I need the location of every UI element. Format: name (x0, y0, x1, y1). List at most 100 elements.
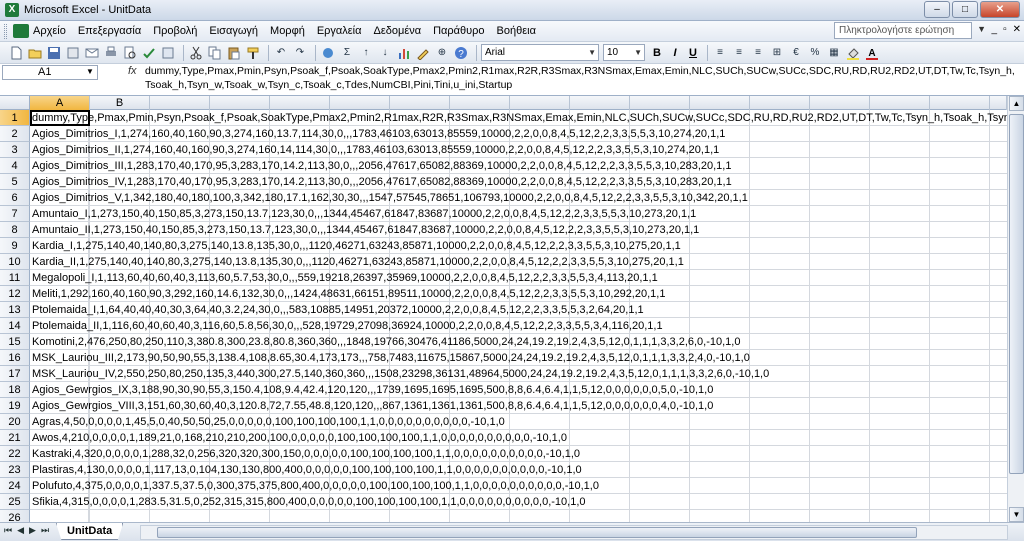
row-cells[interactable]: Megalopoli_I,1,113,60,40,60,40,3,113,60,… (30, 270, 1007, 286)
row-header[interactable]: 22 (0, 446, 30, 462)
help-icon[interactable]: ? (453, 45, 469, 61)
cell-a-value[interactable]: Amuntaio_II,1,273,150,40,150,85,3,273,15… (32, 222, 699, 238)
row-cells[interactable]: Agios_Dimitrios_I,1,274,160,40,160,90,3,… (30, 126, 1007, 142)
cell-a-value[interactable]: Agios_Dimitrios_IV,1,283,170,40,170,95,3… (32, 174, 732, 190)
row-cells[interactable]: Kardia_II,1,275,140,40,140,80,3,275,140,… (30, 254, 1007, 270)
row-cells[interactable] (30, 510, 1007, 522)
row-header[interactable]: 13 (0, 302, 30, 318)
cell-a-value[interactable]: Agios_Dimitrios_III,1,283,170,40,170,95,… (32, 158, 731, 174)
zoom-icon[interactable]: ⊕ (434, 45, 450, 61)
last-sheet-icon[interactable]: ⏭ (41, 525, 49, 536)
cell-a-value[interactable]: Kardia_II,1,275,140,40,140,80,3,275,140,… (32, 254, 684, 270)
row-cells[interactable]: Agios_Dimitrios_IV,1,283,170,40,170,95,3… (30, 174, 1007, 190)
vertical-scroll-thumb[interactable] (1009, 114, 1024, 474)
merge-center-icon[interactable]: ⊞ (769, 45, 785, 61)
sort-descending-icon[interactable]: ↓ (377, 45, 393, 61)
row-header[interactable]: 19 (0, 398, 30, 414)
workbook-restore-icon[interactable]: ▫ (1003, 24, 1007, 35)
redo-icon[interactable]: ↷ (292, 45, 308, 61)
next-sheet-icon[interactable]: ▶ (29, 525, 36, 536)
row-cells[interactable]: Ptolemaida_I,1,64,40,40,40,30,3,64,40,3.… (30, 302, 1007, 318)
cell-a-value[interactable]: Kardia_I,1,275,140,40,140,80,3,275,140,1… (32, 238, 681, 254)
cell-a-value[interactable]: Amuntaio_I,1,273,150,40,150,85,3,273,150… (32, 206, 696, 222)
horizontal-scrollbar[interactable] (140, 525, 1008, 540)
row-cells[interactable]: Ptolemaida_II,1,116,60,40,60,40,3,116,60… (30, 318, 1007, 334)
permission-icon[interactable] (65, 45, 81, 61)
row-cells[interactable]: Amuntaio_II,1,273,150,40,150,85,3,273,15… (30, 222, 1007, 238)
chevron-down-icon[interactable]: ▼ (86, 67, 94, 76)
chevron-down-icon[interactable]: ▼ (634, 45, 642, 60)
cell-a-value[interactable]: dummy,Type,Pmax,Pmin,Psyn,Psoak_f,Psoak,… (32, 110, 1007, 126)
row-header[interactable]: 9 (0, 238, 30, 254)
row-header[interactable]: 25 (0, 494, 30, 510)
chevron-down-icon[interactable]: ▼ (977, 24, 986, 34)
menu-data[interactable]: Δεδομένα (374, 25, 422, 37)
cell-a-value[interactable]: Megalopoli_I,1,113,60,40,60,40,3,113,60,… (32, 270, 658, 286)
column-header-a[interactable]: A (30, 96, 90, 110)
column-header-j[interactable] (570, 96, 630, 110)
row-cells[interactable]: Polufuto,4,375,0,0,0,0,1,337.5,37.5,0,30… (30, 478, 1007, 494)
cell-a-value[interactable]: Agios_Gewrgios_VIII,3,151,60,30,60,40,3,… (32, 398, 713, 414)
column-header-c[interactable] (150, 96, 210, 110)
borders-icon[interactable]: ▦ (826, 45, 842, 61)
row-header[interactable]: 3 (0, 142, 30, 158)
row-cells[interactable]: Amuntaio_I,1,273,150,40,150,85,3,273,150… (30, 206, 1007, 222)
workbook-minimize-icon[interactable]: _ (992, 24, 998, 35)
row-cells[interactable]: Kastraki,4,320,0,0,0,0,1,288,32,0,256,32… (30, 446, 1007, 462)
row-header[interactable]: 23 (0, 462, 30, 478)
workbook-icon[interactable] (13, 24, 29, 38)
font-color-icon[interactable]: A (864, 45, 880, 61)
research-icon[interactable] (160, 45, 176, 61)
help-question-input[interactable]: Πληκτρολογήστε ερώτηση (834, 22, 972, 39)
row-cells[interactable]: dummy,Type,Pmax,Pmin,Psyn,Psoak_f,Psoak,… (30, 110, 1007, 126)
row-cells[interactable]: Agios_Gewrgios_IX,3,188,90,30,90,55,3,15… (30, 382, 1007, 398)
previous-sheet-icon[interactable]: ◀ (17, 525, 24, 536)
row-cells[interactable]: Sfikia,4,315,0,0,0,0,1,283.5,31.5,0,252,… (30, 494, 1007, 510)
fill-color-icon[interactable] (845, 45, 861, 61)
name-box[interactable]: A1 (2, 65, 98, 80)
bold-button[interactable]: B (649, 47, 665, 59)
row-cells[interactable]: Agras,4,50,0,0,0,0,1,45,5,0,40,50,50,25,… (30, 414, 1007, 430)
menu-view[interactable]: Προβολή (153, 25, 197, 37)
row-header[interactable]: 17 (0, 366, 30, 382)
select-all-button[interactable] (0, 96, 30, 110)
underline-button[interactable]: U (685, 47, 701, 59)
new-document-icon[interactable] (8, 45, 24, 61)
menu-insert[interactable]: Εισαγωγή (209, 25, 258, 37)
scroll-down-icon[interactable]: ▼ (1009, 507, 1024, 522)
font-name-combo[interactable]: Arial ▼ (481, 44, 599, 61)
row-cells[interactable]: Agios_Gewrgios_VIII,3,151,60,30,60,40,3,… (30, 398, 1007, 414)
column-header-m[interactable] (750, 96, 810, 110)
column-header-g[interactable] (390, 96, 450, 110)
cut-icon[interactable] (188, 45, 204, 61)
spelling-icon[interactable] (141, 45, 157, 61)
save-icon[interactable] (46, 45, 62, 61)
row-header[interactable]: 2 (0, 126, 30, 142)
column-header-k[interactable] (630, 96, 690, 110)
menu-tools[interactable]: Εργαλεία (317, 25, 362, 37)
cell-a-value[interactable]: Agios_Dimitrios_I,1,274,160,40,160,90,3,… (32, 126, 725, 142)
email-icon[interactable] (84, 45, 100, 61)
cell-a-value[interactable]: Polufuto,4,375,0,0,0,0,1,337.5,37.5,0,30… (32, 478, 599, 494)
cell-a-value[interactable]: MSK_Lauriou_IV,2,550,250,80,250,135,3,44… (32, 366, 769, 382)
row-header[interactable]: 8 (0, 222, 30, 238)
row-header[interactable]: 11 (0, 270, 30, 286)
row-cells[interactable]: Plastiras,4,130,0,0,0,0,1,117,13,0,104,1… (30, 462, 1007, 478)
row-cells[interactable]: Agios_Dimitrios_II,1,274,160,40,160,90,3… (30, 142, 1007, 158)
column-header-e[interactable] (270, 96, 330, 110)
menu-grip[interactable] (4, 23, 7, 39)
formula-input[interactable]: dummy,Type,Pmax,Pmin,Psyn,Psoak_f,Psoak,… (145, 65, 1019, 95)
align-right-icon[interactable]: ≡ (750, 45, 766, 61)
workbook-close-icon[interactable]: ✕ (1013, 24, 1021, 35)
row-header[interactable]: 10 (0, 254, 30, 270)
column-header-q[interactable] (990, 96, 1007, 110)
column-header-p[interactable] (930, 96, 990, 110)
row-header[interactable]: 16 (0, 350, 30, 366)
cell-a-value[interactable]: Komotini,2,476,250,80,250,110,3,380.8,30… (32, 334, 740, 350)
row-header[interactable]: 6 (0, 190, 30, 206)
cell-a-value[interactable]: Awos,4,210,0,0,0,0,1,189,21,0,168,210,21… (32, 430, 567, 446)
open-folder-icon[interactable] (27, 45, 43, 61)
minimize-button[interactable]: – (924, 1, 950, 18)
cell-a-value[interactable]: Kastraki,4,320,0,0,0,0,1,288,32,0,256,32… (32, 446, 580, 462)
row-header[interactable]: 26 (0, 510, 30, 522)
